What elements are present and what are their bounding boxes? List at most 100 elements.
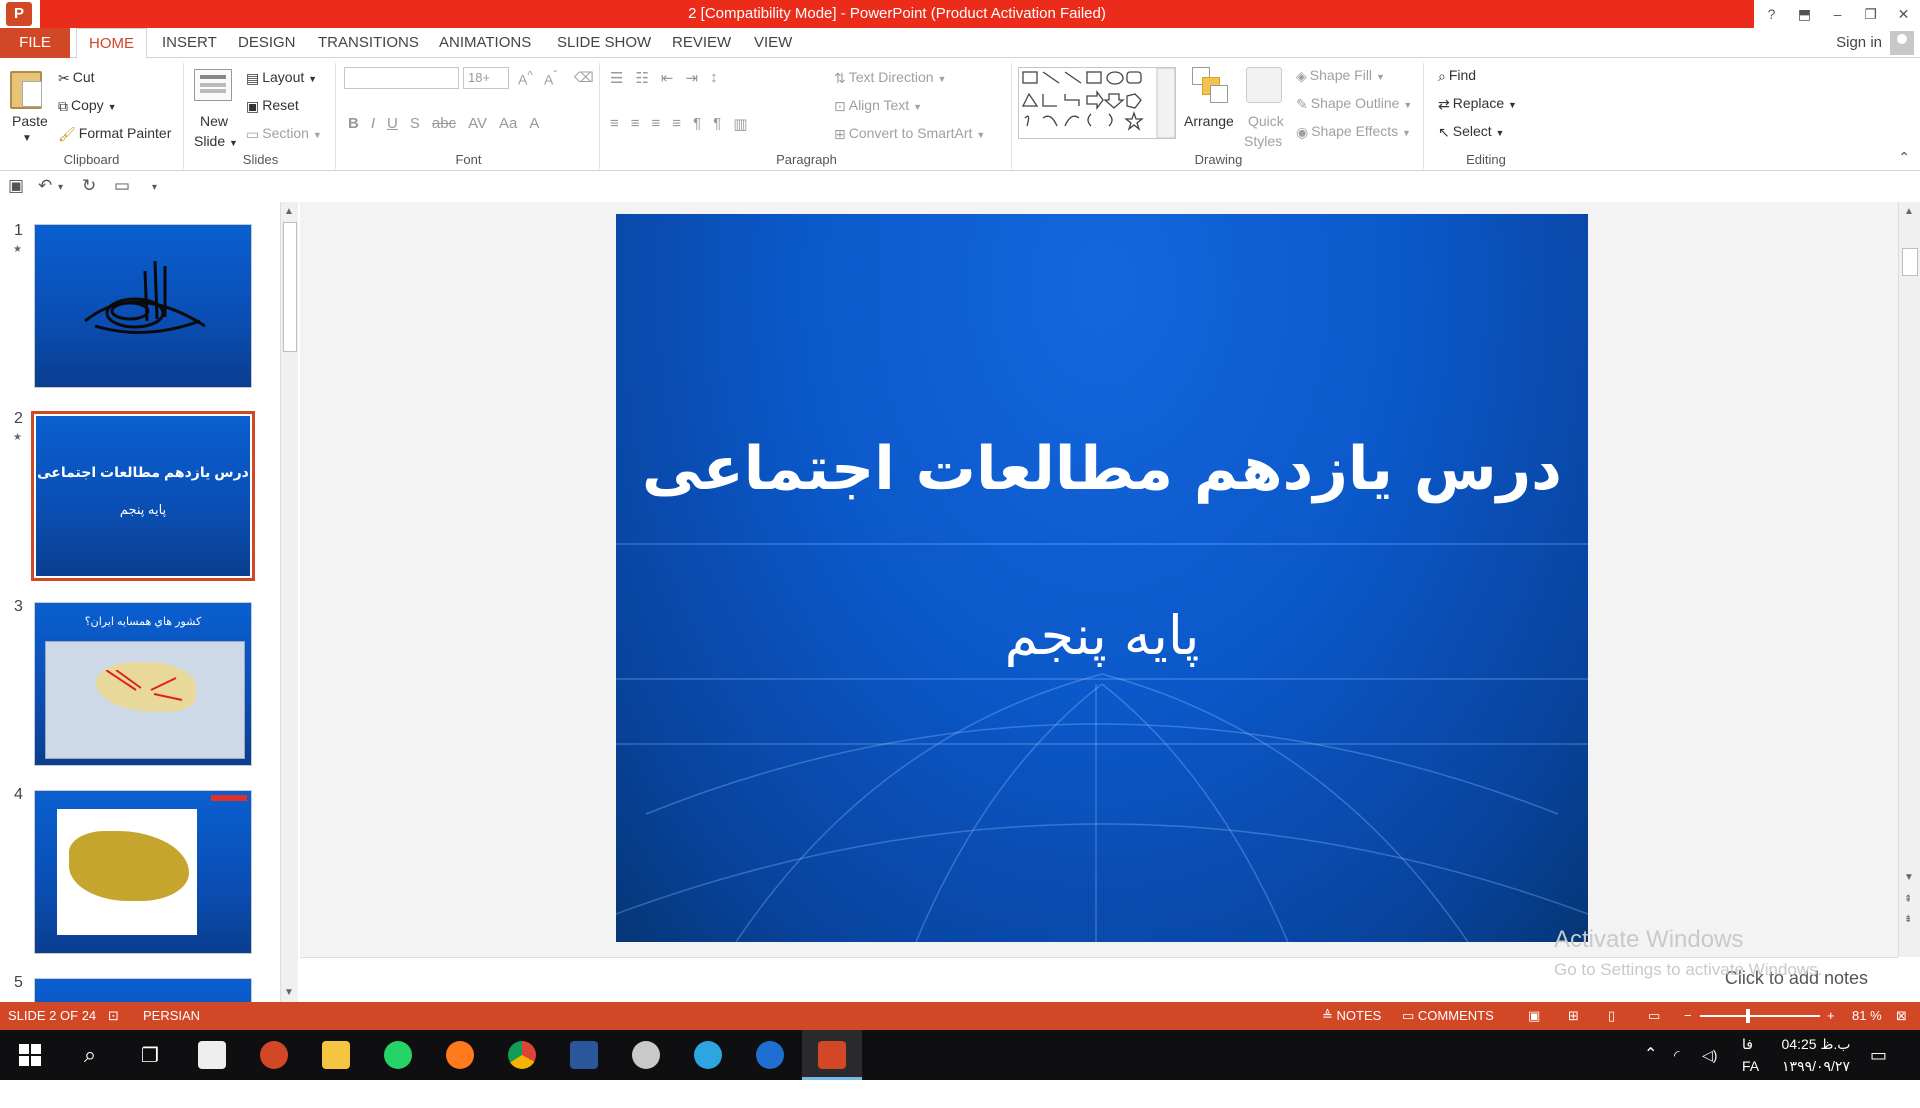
font-color-icon[interactable]: A [529,115,539,132]
thumbnail-scrollbar[interactable]: ▲ ▼ [280,202,298,1002]
align-right-icon[interactable]: ≡ [652,115,661,133]
word-app[interactable] [554,1030,614,1080]
save-icon[interactable]: ▣ [8,176,24,196]
file-explorer-app[interactable] [306,1030,366,1080]
zoom-level[interactable]: 81 % [1852,1002,1882,1030]
zoom-slider[interactable] [1700,1015,1820,1017]
thumbnail-scroll-thumb[interactable] [283,222,297,352]
tab-transitions[interactable]: TRANSITIONS [306,28,431,58]
powerpoint-pinned-app[interactable] [244,1030,304,1080]
new-slide-label-2[interactable]: Slide ▼ [194,133,238,149]
layout-button[interactable]: ▤ Layout ▼ [246,69,317,87]
scroll-down-icon[interactable]: ▼ [1904,872,1914,883]
character-spacing-icon[interactable]: AV [468,115,487,132]
bullets-icon[interactable]: ☰ [610,69,623,87]
slide-thumbnail-5[interactable] [34,978,252,1002]
quick-styles-icon[interactable] [1246,67,1282,103]
bold-icon[interactable]: B [348,115,359,132]
scroll-up-icon[interactable]: ▲ [1904,206,1914,217]
rtl-icon[interactable]: ¶ [713,115,721,133]
chrome-app[interactable] [492,1030,552,1080]
align-text-button[interactable]: ⊡ Align Text ▼ [834,97,922,115]
close-button[interactable]: ✕ [1887,0,1920,28]
italic-icon[interactable]: I [371,115,375,132]
convert-smartart-button[interactable]: ⊞ Convert to SmartArt ▼ [834,125,985,143]
undo-icon[interactable]: ↶ [38,176,52,196]
clear-formatting-icon[interactable]: ⌫ [574,69,594,86]
slide-thumbnail-2[interactable]: درس یازدهم مطالعات اجتماعی پایه پنجم [31,411,255,581]
search-icon[interactable]: ⌕ [60,1030,120,1080]
zoom-out-icon[interactable]: − [1684,1002,1692,1030]
new-slide-label-1[interactable]: New [200,113,228,129]
justify-icon[interactable]: ≡ [672,115,681,133]
align-left-icon[interactable]: ≡ [610,115,619,133]
previous-slide-icon[interactable]: ⇞ [1904,894,1912,905]
quick-styles-label-2[interactable]: Styles [1244,133,1282,149]
input-language[interactable]: FA [1742,1058,1759,1108]
arrange-button[interactable]: Arrange [1184,113,1234,129]
telegram-app[interactable] [678,1030,738,1080]
underline-icon[interactable]: U [387,115,398,132]
volume-icon[interactable]: ◁) [1702,1030,1717,1080]
tab-view[interactable]: VIEW [742,28,804,58]
whatsapp-app[interactable] [368,1030,428,1080]
shape-outline-button[interactable]: ✎ Shape Outline ▼ [1296,95,1412,113]
customize-qat-icon[interactable]: ▾ [152,182,157,193]
action-center-icon[interactable]: ▭ [1870,1030,1887,1080]
clock-date[interactable]: ۱۳۹۹/۰۹/۲۷ [1778,1058,1854,1108]
collapse-ribbon-icon[interactable]: ⌃ [1898,149,1910,166]
find-button[interactable]: ⌕ Find [1438,67,1476,85]
vpn-app[interactable] [740,1030,800,1080]
slideshow-icon[interactable]: ▭ [1648,1002,1660,1030]
comments-button[interactable]: ▭ COMMENTS [1402,1002,1494,1030]
shadow-icon[interactable]: S [410,115,420,132]
paste-button[interactable]: Paste [12,113,48,129]
spell-check-icon[interactable]: ⊡ [108,1002,119,1030]
format-painter-button[interactable]: 🖌 Format Painter [58,125,171,143]
firefox-app[interactable] [430,1030,490,1080]
notes-button[interactable]: ≜ NOTES [1322,1002,1381,1030]
paste-icon[interactable] [10,71,42,109]
font-size-input[interactable]: 18+ [463,67,509,89]
fit-slide-icon[interactable]: ⊠ [1896,1002,1907,1030]
editor-scrollbar[interactable]: ▲ ▼ ⇞ ⇟ [1898,202,1920,957]
start-button[interactable] [0,1030,60,1080]
language-indicator[interactable]: PERSIAN [143,1002,200,1030]
task-view-icon[interactable]: ❐ [120,1030,180,1080]
restore-button[interactable]: ❐ [1854,0,1887,28]
normal-view-icon[interactable]: ▣ [1528,1002,1540,1030]
user-icon[interactable] [1890,31,1914,55]
editor-scroll-thumb[interactable] [1902,248,1918,276]
zoom-in-icon[interactable]: + [1827,1002,1835,1030]
tab-home[interactable]: HOME [76,28,147,59]
increase-indent-icon[interactable]: ⇥ [685,69,698,87]
paste-dropdown-icon[interactable]: ▼ [22,133,32,144]
line-spacing-icon[interactable]: ↕ [710,69,718,87]
slide-title[interactable]: درس یازدهم مطالعات اجتماعی [616,434,1588,504]
sign-in-link[interactable]: Sign in [1836,28,1882,58]
ribbon-display-options-icon[interactable]: ⬒ [1788,0,1821,28]
align-center-icon[interactable]: ≡ [631,115,640,133]
tab-slide-show[interactable]: SLIDE SHOW [545,28,663,58]
undo-dropdown-icon[interactable]: ▾ [58,182,63,193]
scroll-up-icon[interactable]: ▲ [284,206,294,217]
zoom-slider-handle[interactable] [1746,1009,1750,1023]
shape-fill-button[interactable]: ◈ Shape Fill ▼ [1296,67,1385,85]
ltr-icon[interactable]: ¶ [693,115,701,133]
select-button[interactable]: ↖ Select ▼ [1438,123,1504,141]
slide-subtitle[interactable]: پایه پنجم [616,604,1588,667]
strikethrough-icon[interactable]: abc [432,115,456,132]
numbering-icon[interactable]: ☷ [635,69,648,87]
shapes-gallery[interactable] [1018,67,1176,139]
font-name-input[interactable] [344,67,459,89]
text-direction-button[interactable]: ⇅ Text Direction ▼ [834,69,946,87]
network-icon[interactable]: ◜ [1674,1030,1679,1080]
tab-design[interactable]: DESIGN [226,28,308,58]
help-icon[interactable]: ? [1755,0,1788,28]
increase-font-size-icon[interactable]: A^ [518,69,533,88]
decrease-indent-icon[interactable]: ⇤ [661,69,674,87]
tab-insert[interactable]: INSERT [150,28,229,58]
arrange-icon[interactable] [1192,67,1228,103]
tab-file[interactable]: FILE [0,28,70,58]
scroll-down-icon[interactable]: ▼ [284,987,294,998]
